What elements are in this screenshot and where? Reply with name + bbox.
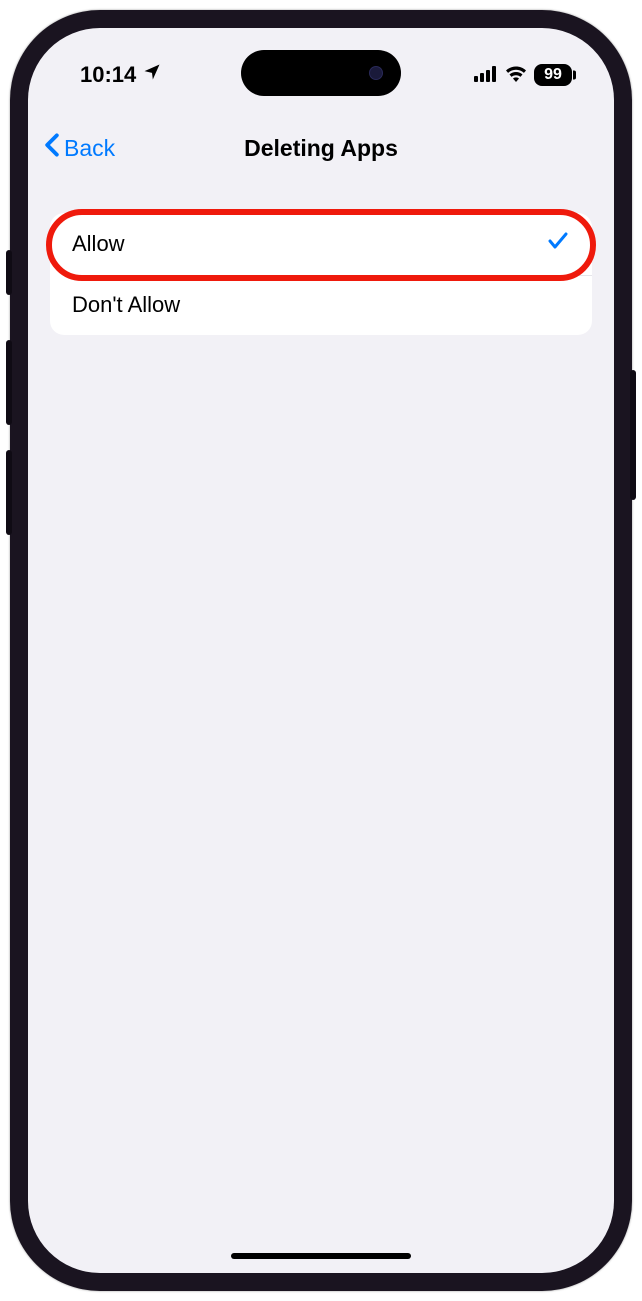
page-title: Deleting Apps (44, 135, 598, 162)
back-button[interactable]: Back (44, 133, 115, 163)
option-label: Allow (72, 231, 125, 257)
screen: 10:14 (28, 28, 614, 1273)
home-indicator[interactable] (231, 1253, 411, 1259)
battery-icon: 99 (534, 64, 572, 86)
nav-bar: Back Deleting Apps (28, 118, 614, 178)
phone-frame: 10:14 (10, 10, 632, 1291)
status-time: 10:14 (80, 62, 136, 88)
options-list: Allow Don't Allow (50, 213, 592, 335)
side-button (6, 250, 12, 295)
status-left: 10:14 (80, 62, 162, 88)
status-right: 99 (474, 62, 572, 88)
option-allow[interactable]: Allow (50, 213, 592, 275)
volume-down-button (6, 450, 12, 535)
power-button (630, 370, 636, 500)
content: Allow Don't Allow (50, 213, 592, 335)
cellular-icon (474, 62, 498, 88)
chevron-left-icon (44, 133, 60, 163)
option-dont-allow[interactable]: Don't Allow (50, 275, 592, 335)
location-icon (142, 62, 162, 88)
checkmark-icon (546, 229, 570, 259)
camera-dot (369, 66, 383, 80)
back-label: Back (64, 135, 115, 162)
dynamic-island (241, 50, 401, 96)
volume-up-button (6, 340, 12, 425)
option-label: Don't Allow (72, 292, 180, 318)
wifi-icon (505, 62, 527, 88)
